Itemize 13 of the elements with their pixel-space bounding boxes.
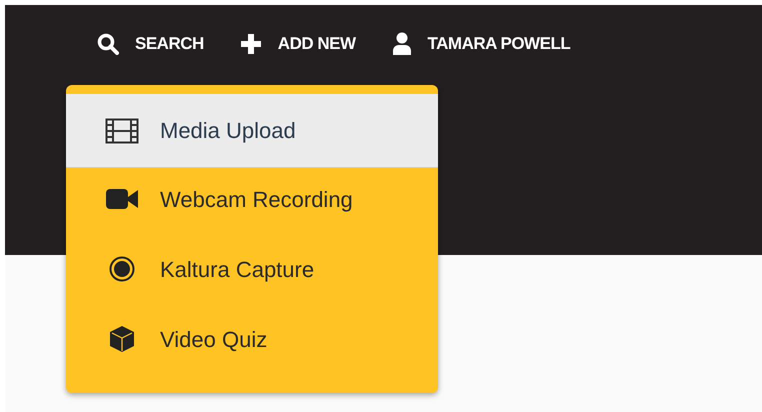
video-camera-icon xyxy=(105,187,139,211)
search-icon xyxy=(97,32,119,55)
add-link[interactable]: ADD NEW xyxy=(240,31,356,56)
search-link[interactable]: SEARCH xyxy=(97,31,204,56)
cube-icon xyxy=(109,325,135,353)
film-icon xyxy=(105,118,139,144)
plus-icon xyxy=(240,32,262,55)
user-icon xyxy=(392,32,412,56)
user-menu-link[interactable]: TAMARA POWELL xyxy=(392,31,570,56)
menu-item[interactable]: Kaltura Capture xyxy=(66,234,438,304)
menu-item[interactable]: Media Upload xyxy=(66,94,438,168)
menu-item[interactable]: Video Quiz xyxy=(66,304,438,374)
record-icon xyxy=(109,256,135,282)
